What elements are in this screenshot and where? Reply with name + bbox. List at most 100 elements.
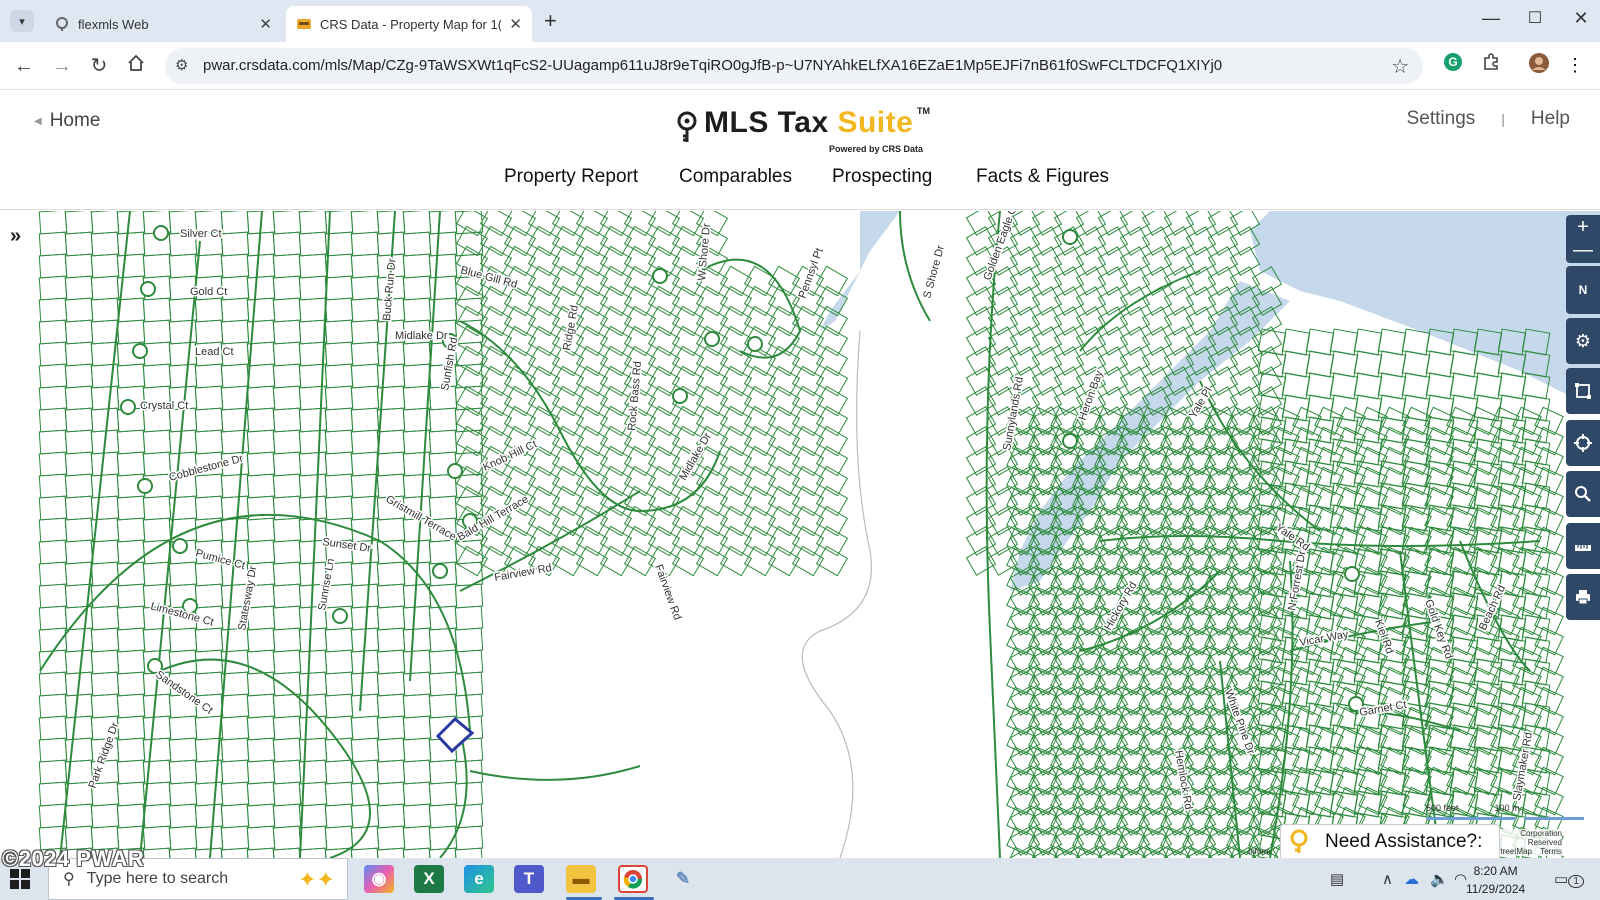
measure-button[interactable] xyxy=(1566,523,1600,569)
parcel xyxy=(220,781,250,807)
parcel xyxy=(428,253,458,279)
parcel xyxy=(298,693,328,719)
close-icon[interactable]: ✕ xyxy=(509,15,522,33)
tab-flexmls[interactable]: flexmls Web ✕ xyxy=(44,6,282,42)
copilot-app-icon[interactable]: ◉ xyxy=(364,865,394,893)
parcel xyxy=(246,693,276,719)
compass-control[interactable]: N xyxy=(1566,266,1600,314)
browser-menu-icon[interactable]: ⋮ xyxy=(1562,52,1588,78)
parcel xyxy=(64,275,94,301)
parcel xyxy=(194,297,224,323)
parcel xyxy=(324,253,354,279)
onedrive-cloud-icon[interactable]: ☁ xyxy=(1404,870,1419,888)
extensions-puzzle-icon[interactable] xyxy=(1478,52,1504,78)
grammarly-extension-icon[interactable]: G xyxy=(1440,52,1466,78)
parcel xyxy=(116,605,146,631)
parcel xyxy=(599,545,633,577)
excel-app-icon[interactable]: X xyxy=(414,865,444,893)
back-button[interactable]: ← xyxy=(10,52,38,80)
taskbar-clock[interactable]: 8:20 AM 11/29/2024 xyxy=(1466,862,1525,898)
volume-icon[interactable]: 🔈 xyxy=(1430,870,1449,888)
parcel xyxy=(428,803,458,829)
parcel xyxy=(599,285,633,317)
parcel xyxy=(599,345,633,377)
parcel xyxy=(298,671,328,697)
parcel xyxy=(527,325,561,357)
edge-app-icon[interactable]: e xyxy=(464,865,494,893)
minimize-button[interactable]: — xyxy=(1476,8,1506,29)
chrome-app-icon[interactable] xyxy=(618,865,648,893)
teams-app-icon[interactable]: T xyxy=(514,865,544,893)
chevron-down-icon: ▾ xyxy=(19,15,25,28)
close-icon[interactable]: ✕ xyxy=(259,15,272,33)
parcel xyxy=(220,319,250,345)
terms-link[interactable]: Terms xyxy=(1540,847,1562,856)
select-area-button[interactable] xyxy=(1566,368,1600,414)
parcel xyxy=(791,545,825,577)
parcel xyxy=(527,211,561,237)
parcel xyxy=(116,759,146,785)
logo-text: MLS Tax Suite xyxy=(704,106,914,139)
parcel xyxy=(599,245,633,277)
parcel-map-canvas[interactable]: Silver CtGold CtLead CtCrystal CtCobbles… xyxy=(0,211,1600,858)
lake-northeast xyxy=(1250,211,1600,411)
paint-app-icon[interactable]: ✎ xyxy=(668,865,698,893)
need-assistance-widget[interactable]: Need Assistance?: xyxy=(1280,824,1500,858)
home-icon xyxy=(128,54,144,71)
map-info-attribution[interactable]: Inform xyxy=(1248,847,1271,856)
site-info-icon[interactable]: ⚙ xyxy=(175,56,188,74)
home-link[interactable]: ◀ Home xyxy=(34,110,100,132)
notification-center-button[interactable]: ▭ 1 xyxy=(1554,870,1584,888)
parcel xyxy=(743,365,777,397)
file-explorer-app-icon[interactable]: ▬ xyxy=(566,865,596,893)
parcel xyxy=(551,265,585,297)
map-search-button[interactable] xyxy=(1566,471,1600,517)
chevron-up-icon[interactable]: ∧ xyxy=(1382,870,1393,888)
parcel xyxy=(719,525,753,557)
zoom-out-icon[interactable]: — xyxy=(1573,239,1593,262)
new-tab-button[interactable]: + xyxy=(544,8,557,34)
home-button[interactable] xyxy=(122,52,150,80)
profile-avatar[interactable] xyxy=(1526,52,1552,78)
parcel xyxy=(647,285,681,317)
news-widget-icon[interactable]: ▤ xyxy=(1330,870,1344,888)
tab-search-button[interactable]: ▾ xyxy=(10,10,34,32)
window-close-button[interactable]: ✕ xyxy=(1566,8,1596,29)
ruler-icon xyxy=(1575,545,1591,551)
tab-crs-data[interactable]: CRS Data - Property Map for 1( ✕ xyxy=(286,6,532,42)
url-text[interactable]: pwar.crsdata.com/mls/Map/CZg-9TaWSXWt1qF… xyxy=(203,57,1363,74)
nav-facts-figures[interactable]: Facts & Figures xyxy=(976,166,1109,188)
help-link[interactable]: Help xyxy=(1531,108,1570,130)
parcel xyxy=(90,297,120,323)
search-icon: ⚲ xyxy=(63,871,75,888)
reload-button[interactable]: ↻ xyxy=(85,52,113,80)
parcel-map[interactable]: Silver Ct Gold Ct Lead Ct Crystal Ct Cobbles… xyxy=(0,211,1600,858)
parcel xyxy=(246,649,276,675)
notification-count: 1 xyxy=(1568,875,1584,888)
nav-comparables[interactable]: Comparables xyxy=(679,166,792,188)
parcel xyxy=(623,211,657,237)
parcel xyxy=(503,305,537,337)
parcel xyxy=(324,451,354,477)
zoom-in-icon[interactable]: + xyxy=(1577,216,1589,239)
bookmark-star-icon[interactable]: ☆ xyxy=(1391,54,1409,79)
settings-link[interactable]: Settings xyxy=(1407,108,1476,130)
parcel xyxy=(987,326,1019,356)
locate-button[interactable] xyxy=(1566,420,1600,466)
mls-tax-suite-logo[interactable]: MLS Tax Suite TM Powered by CRS Data xyxy=(676,104,936,154)
windows-start-button[interactable] xyxy=(10,869,30,889)
map-settings-button[interactable]: ⚙ xyxy=(1566,318,1600,364)
parcel xyxy=(1119,306,1151,336)
parcel xyxy=(551,425,585,457)
forward-button[interactable]: → xyxy=(48,52,76,80)
zoom-control[interactable]: + — xyxy=(1566,215,1600,263)
address-bar[interactable]: ⚙ pwar.crsdata.com/mls/Map/CZg-9TaWSXWt1… xyxy=(165,48,1423,84)
nav-prospecting[interactable]: Prospecting xyxy=(832,166,932,188)
parcel xyxy=(402,649,432,675)
parcel xyxy=(1031,366,1063,396)
print-button[interactable] xyxy=(1566,574,1600,620)
parcel xyxy=(90,319,120,345)
expand-panel-button[interactable]: » xyxy=(10,225,21,248)
nav-property-report[interactable]: Property Report xyxy=(504,166,638,188)
maximize-button[interactable]: ☐ xyxy=(1520,8,1550,28)
